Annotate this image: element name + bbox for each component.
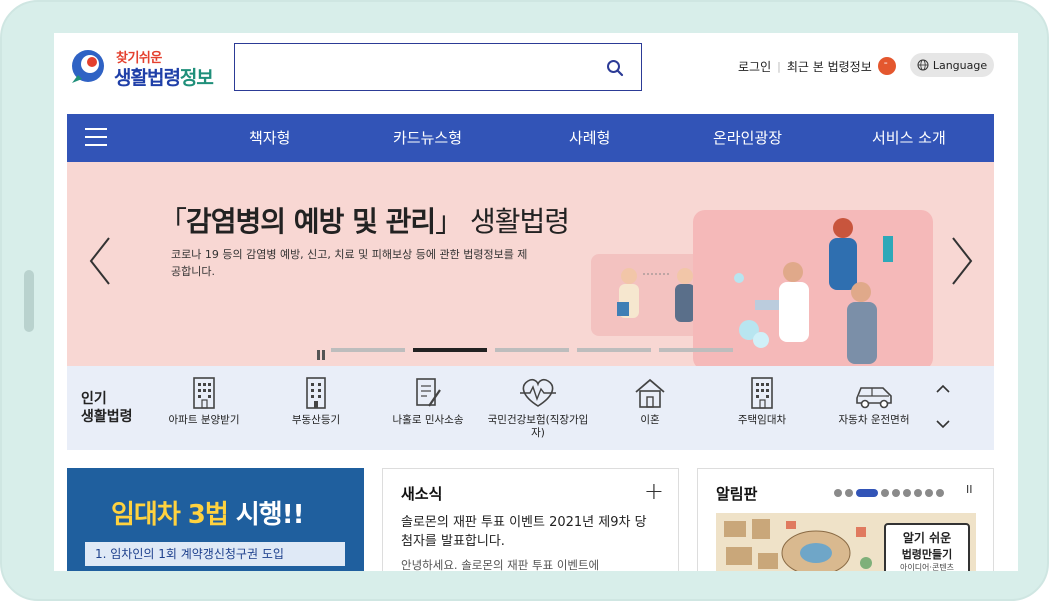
nav-item-online-plaza[interactable]: 온라인광장: [713, 127, 782, 148]
nav-item-cases[interactable]: 사례형: [569, 127, 610, 148]
nav-item-service-intro[interactable]: 서비스 소개: [872, 127, 946, 148]
popular-item[interactable]: 이혼: [595, 376, 705, 427]
hero-banner: 「감염병의 예방 및 관리」 생활법령 코로나 19 등의 감염병 예방, 신고…: [67, 162, 994, 366]
popular-item-label: 아파트 분양받기: [168, 414, 240, 426]
nav-item-booklet[interactable]: 책자형: [249, 127, 290, 148]
recent-laws-link[interactable]: 최근 본 법령정보: [787, 58, 872, 75]
notice-dot[interactable]: [903, 489, 911, 497]
popular-item-label: 이혼: [640, 414, 660, 426]
house-icon: [635, 378, 665, 408]
search-box: [234, 43, 642, 91]
logo-title-b: 정보: [179, 67, 214, 89]
notice-dot[interactable]: [925, 489, 933, 497]
banner-title-open: 「: [159, 205, 187, 238]
popular-item-label: 부동산등기: [291, 414, 341, 426]
notice-dot[interactable]: [936, 489, 944, 497]
tablet-home-button[interactable]: [24, 270, 34, 332]
promo-headline: 임대차 3법 시행!!: [111, 494, 305, 531]
browser-screen: 찾기쉬운 생활법령정보 로그인 | 최근 본 법령정보 - Language 책…: [54, 33, 1018, 571]
site-header: 찾기쉬운 생활법령정보 로그인 | 최근 본 법령정보 - Language: [54, 33, 1018, 113]
banner-title-bold: 감염병의 예방 및 관리: [186, 205, 436, 238]
recent-count-badge: [877, 56, 896, 75]
slider-page-4[interactable]: [577, 348, 651, 352]
building-icon: [306, 377, 326, 409]
popular-item[interactable]: 국민건강보험(직장가입자): [483, 376, 593, 440]
notice-dot[interactable]: [845, 489, 853, 497]
search-icon[interactable]: [605, 58, 625, 78]
tablet-frame: 찾기쉬운 생활법령정보 로그인 | 최근 본 법령정보 - Language 책…: [0, 0, 1049, 601]
notice-dot[interactable]: [834, 489, 842, 497]
logo-title: 생활법령정보: [114, 63, 214, 90]
news-body: 안녕하세요. 솔로몬의 재판 투표 이벤트에: [401, 558, 600, 571]
popular-item-label: 주택임대차: [737, 414, 787, 426]
news-headline-link[interactable]: 솔로몬의 재판 투표 이벤트 2021년 제9차 당첨자를 발표합니다.: [401, 513, 651, 551]
banner-title-close: 」: [435, 205, 463, 238]
popular-label-line2: 생활법령: [81, 409, 133, 425]
popular-scroll-controls: [935, 380, 955, 434]
notice-tag-line2: 법령만들기: [901, 548, 953, 561]
notice-title: 알림판: [716, 485, 758, 503]
popular-label-line1: 인기: [81, 391, 107, 407]
popular-item-label: 자동차 운전면허: [838, 414, 910, 426]
slider-pause-icon[interactable]: [317, 345, 327, 360]
popular-label: 인기생활법령: [81, 390, 133, 426]
apartment-icon: [193, 377, 215, 409]
popular-item[interactable]: 나홀로 민사소송: [373, 376, 483, 427]
site-logo[interactable]: 찾기쉬운 생활법령정보: [68, 43, 218, 91]
notice-dot[interactable]: [881, 489, 889, 497]
logo-mark-icon: [72, 50, 104, 83]
globe-icon: [917, 59, 929, 71]
search-input[interactable]: [245, 54, 595, 80]
popular-laws: 인기 생활법령 아파트 분양받기 부동산등기 나홀로 민사소송 국민건강보험(직…: [67, 366, 994, 450]
notice-tag-line3: 아이디어·콘텐츠: [899, 563, 955, 571]
chevron-up-icon[interactable]: [935, 383, 951, 395]
popular-item[interactable]: 부동산등기: [261, 376, 371, 427]
hamburger-menu-icon[interactable]: [85, 128, 107, 148]
notice-image[interactable]: 알기 쉬운 법령만들기 아이디어·콘텐츠: [716, 513, 976, 571]
document-pen-icon: [416, 378, 441, 407]
logo-title-a: 생활법령: [114, 67, 181, 89]
nav-item-cardnews[interactable]: 카드뉴스형: [393, 127, 462, 148]
promo-headline-highlight: 임대차 3법: [111, 500, 229, 530]
popular-item-label: 나홀로 민사소송: [392, 414, 464, 426]
divider: |: [777, 59, 781, 73]
prev-arrow-icon[interactable]: [85, 234, 115, 288]
promo-headline-rest: 시행!!: [227, 500, 305, 530]
chevron-down-icon[interactable]: [935, 418, 951, 430]
popular-item[interactable]: 아파트 분양받기: [149, 376, 259, 427]
slider-page-1[interactable]: [331, 348, 405, 352]
notice-dot-active[interactable]: [856, 489, 878, 497]
notice-dot[interactable]: [892, 489, 900, 497]
news-more-plus-icon[interactable]: +: [644, 477, 664, 505]
promo-banner[interactable]: 임대차 3법 시행!! 1. 임차인의 1회 계약갱신청구권 도입: [67, 468, 364, 571]
notice-board: 알림판 II 알기 쉬운 법령만들기 아이디어·콘텐츠: [697, 468, 994, 571]
utility-links: 로그인 | 최근 본 법령정보: [738, 55, 896, 77]
news-panel: 새소식 + 솔로몬의 재판 투표 이벤트 2021년 제9차 당첨자를 발표합니…: [382, 468, 679, 571]
banner-illustration-handwashing: [693, 210, 933, 366]
next-arrow-icon[interactable]: [947, 234, 977, 288]
apartment-icon: [751, 377, 773, 409]
slider-page-3[interactable]: [495, 348, 569, 352]
slider-page-5[interactable]: [659, 348, 733, 352]
popular-item[interactable]: 주택임대차: [707, 376, 817, 427]
language-label: Language: [932, 58, 988, 72]
car-icon: [856, 387, 892, 409]
news-title: 새소식: [401, 485, 443, 503]
banner-title-light: 생활법령: [462, 205, 570, 238]
popular-item-label: 국민건강보험(직장가입자): [487, 414, 589, 439]
promo-subtitle: 1. 임차인의 1회 계약갱신청구권 도입: [85, 542, 345, 566]
notice-pager: [834, 489, 947, 497]
heartbeat-icon: [520, 378, 556, 407]
main-nav: 책자형 카드뉴스형 사례형 온라인광장 서비스 소개: [67, 114, 994, 162]
notice-tag: 알기 쉬운 법령만들기 아이디어·콘텐츠: [884, 523, 970, 571]
slider-page-2[interactable]: [413, 348, 487, 352]
language-button[interactable]: Language: [910, 53, 994, 77]
notice-tag-line1: 알기 쉬운: [902, 531, 952, 545]
banner-description: 코로나 19 등의 감염병 예방, 신고, 치료 및 피해보상 등에 관한 법령…: [171, 248, 528, 278]
notice-dot[interactable]: [914, 489, 922, 497]
banner-title: 「감염병의 예방 및 관리」 생활법령: [159, 200, 570, 240]
login-link[interactable]: 로그인: [738, 58, 771, 75]
popular-item[interactable]: 자동차 운전면허: [819, 376, 929, 427]
notice-pause-icon[interactable]: II: [966, 483, 973, 496]
